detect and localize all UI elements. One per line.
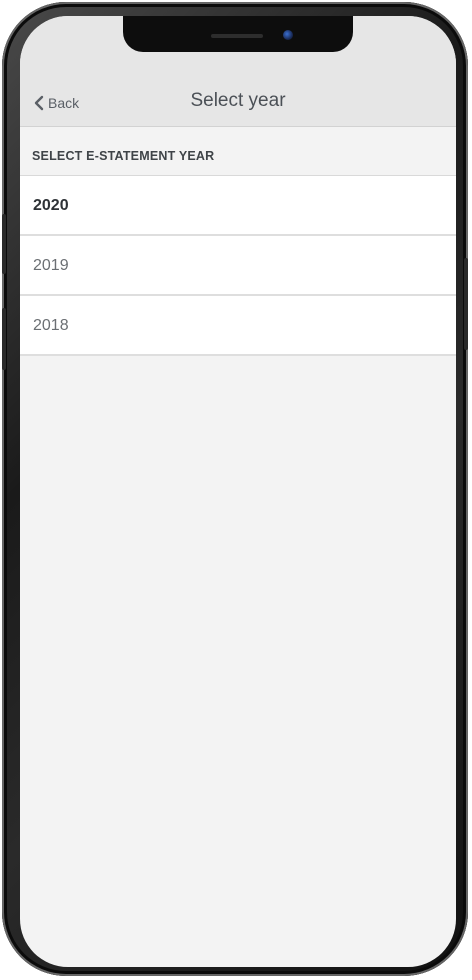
section-header-label: SELECT E-STATEMENT YEAR	[32, 149, 215, 163]
volume-up-button	[2, 214, 6, 274]
notch	[123, 16, 353, 52]
power-button	[464, 258, 468, 350]
speaker-grille	[211, 34, 263, 38]
year-list: 2020 2019 2018	[20, 176, 456, 356]
year-option-2019[interactable]: 2019	[20, 236, 456, 296]
year-label: 2018	[33, 317, 69, 334]
front-camera	[283, 30, 293, 40]
section-header: SELECT E-STATEMENT YEAR	[20, 127, 456, 176]
year-label: 2020	[33, 197, 69, 214]
phone-frame: Back Select year SELECT E-STATEMENT YEAR…	[2, 2, 468, 976]
year-option-2018[interactable]: 2018	[20, 296, 456, 356]
phone-screen: Back Select year SELECT E-STATEMENT YEAR…	[20, 16, 456, 967]
year-option-2020[interactable]: 2020	[20, 176, 456, 236]
page-title: Select year	[190, 90, 286, 111]
volume-down-button	[2, 308, 6, 370]
year-label: 2019	[33, 257, 69, 274]
